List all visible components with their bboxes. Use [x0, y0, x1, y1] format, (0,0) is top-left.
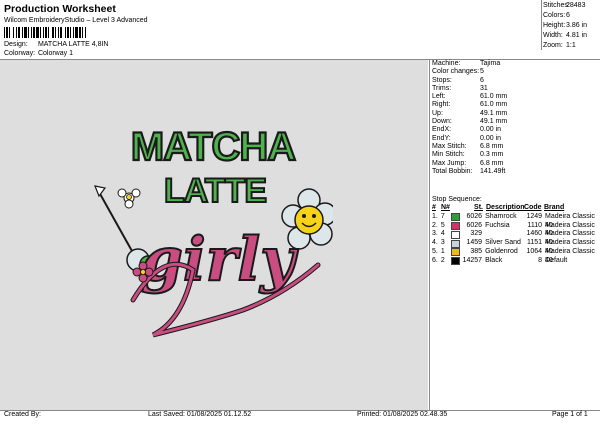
table-row: 6. 2 14257 Black 8 Default [432, 257, 600, 266]
machine-info-row: EndX: 0.00 in [432, 126, 502, 134]
color-swatch [450, 257, 463, 266]
machine-info-row: Left: 61.0 mm [432, 93, 508, 101]
cell-code: 1249 [526, 212, 543, 220]
printed: Printed: 01/08/2025 02.48.35 [357, 411, 448, 418]
summary-row: Width: 4.81 in [543, 32, 588, 39]
barcode [4, 27, 116, 38]
stop-sequence-table: # N# St. Description Code Brand 1. 7 6026 S… [432, 204, 600, 266]
table-row: 1. 7 6026 Shamrock 1249 Madeira Classic 40 [432, 212, 600, 229]
panel-divider [429, 59, 430, 410]
table-row: 3. 4 329 1460 Madeira Classic 40 [432, 230, 600, 247]
color-swatch [450, 213, 463, 222]
software-name: Wilcom EmbroideryStudio – Level 3 Advanc… [4, 17, 148, 24]
color-swatch [450, 239, 463, 248]
table-row: 5. 1 385 Goldenrod 1064 Madeira Classic 40 [432, 247, 600, 264]
cell-no: 3 [440, 239, 445, 247]
stop-sequence-title: Stop Sequence: [432, 196, 482, 203]
cell-desc: Silver Sand [485, 239, 521, 247]
embroidery-design: MATCHA LATTE girly [94, 124, 333, 338]
summary-row: Zoom: 1:1 [543, 42, 576, 49]
cell-brand: Madeira Classic 40 [545, 230, 595, 247]
cell-desc: Goldenrod [485, 247, 518, 255]
design-text-matcha: MATCHA [131, 125, 295, 169]
machine-info-row: Down: 49.1 mm [432, 118, 508, 126]
page-number: Page 1 of 1 [552, 411, 588, 418]
table-header: # N# St. Description Code Brand [432, 204, 565, 211]
colorway-row: Colorway: Colorway 1 [4, 50, 73, 57]
color-swatch [450, 221, 463, 231]
design-label: Design: [4, 41, 28, 48]
colorway-label: Colorway: [4, 50, 36, 57]
table-row: 4. 3 1459 Silver Sand 1151 Madeira Classic 40 [432, 239, 600, 255]
cell-no: 5 [440, 221, 445, 229]
summary-row: Colors: 6 [543, 12, 570, 19]
cell-code: 1110 [527, 221, 543, 229]
summary-row: Stitches: 28483 [543, 2, 586, 9]
summary-row: Height: 3.86 in [543, 22, 588, 29]
colorway-value: Colorway 1 [37, 50, 73, 57]
cell-brand: Madeira Classic 40 [545, 247, 595, 264]
cell-desc: Shamrock [485, 212, 517, 220]
created-by: Created By: [4, 411, 41, 418]
cell-st: 385 [470, 247, 483, 255]
cell-desc: Black [485, 256, 503, 264]
cell-n: 6. [432, 256, 438, 264]
design-row: Design: MATCHA LATTE 4,8IN [4, 41, 109, 48]
design-text-girly: girly [141, 225, 299, 295]
machine-info-row: EndY: 0.00 in [432, 134, 502, 142]
cell-brand: Madeira Classic 40 [545, 221, 595, 238]
cell-brand: Default [545, 256, 568, 264]
cell-n: 4. [432, 239, 438, 247]
machine-info-row: Trims: 31 [432, 84, 488, 92]
cell-code: 1064 [526, 247, 543, 255]
cell-n: 1. [432, 212, 438, 220]
cell-desc: Fuchsia [485, 221, 510, 229]
design-value: MATCHA LATTE 4,8IN [37, 41, 109, 48]
cell-n: 3. [432, 230, 438, 238]
machine-info-row: Stops: 6 [432, 76, 484, 84]
cell-st: 14257 [462, 256, 483, 264]
machine-info: Machine: Tajima Color changes: 5 Stops: 6 Trim… [432, 60, 600, 176]
table-row: 2. 5 6026 Fuchsia 1110 Madeira Classic 40 [432, 221, 600, 238]
machine-info-row: Max Jump: 6.8 mm [432, 159, 504, 167]
cell-st: 329 [470, 230, 483, 238]
cell-no: 7 [440, 212, 445, 220]
cell-no: 2 [440, 256, 445, 264]
color-swatch [450, 248, 463, 257]
machine-info-row: Right: 61.0 mm [432, 101, 508, 109]
machine-info-row: Max Stitch: 6.8 mm [432, 142, 504, 150]
footer-separator [0, 410, 600, 411]
cell-n: 5. [432, 247, 438, 255]
cell-brand: Madeira Classic 40 [545, 239, 595, 255]
color-swatch [450, 230, 463, 239]
cell-code: 1151 [526, 239, 543, 247]
cell-st: 6026 [466, 212, 483, 220]
summary-divider [541, 0, 542, 50]
machine-info-row: Total Bobbin: 141.49ft [432, 167, 506, 175]
machine-info-row: Min Stitch: 0.3 mm [432, 151, 504, 159]
cell-no: 1 [440, 247, 445, 255]
cell-no: 4 [440, 230, 445, 238]
cell-st: 1459 [466, 239, 483, 247]
cell-desc [485, 230, 522, 239]
cell-code: 8 [538, 256, 543, 264]
worksheet-title: Production Worksheet [4, 3, 116, 15]
cell-st: 6026 [466, 221, 483, 229]
cell-n: 2. [432, 221, 438, 229]
machine-info-row: Up: 49.1 mm [432, 109, 508, 117]
cell-code: 1460 [526, 230, 543, 238]
last-saved: Last Saved: 01/08/2025 01.12.52 [148, 411, 252, 418]
machine-info-row: Machine: Tajima [432, 60, 501, 67]
summary-box: Stitches: 28483 Colors: 6 Height: 3.86 in W… [543, 1, 599, 51]
design-text-latte: LATTE [164, 172, 266, 210]
small-flower-icon [117, 188, 141, 209]
cell-brand: Madeira Classic 40 [545, 212, 595, 229]
machine-info-row: Color changes: 5 [432, 68, 484, 76]
